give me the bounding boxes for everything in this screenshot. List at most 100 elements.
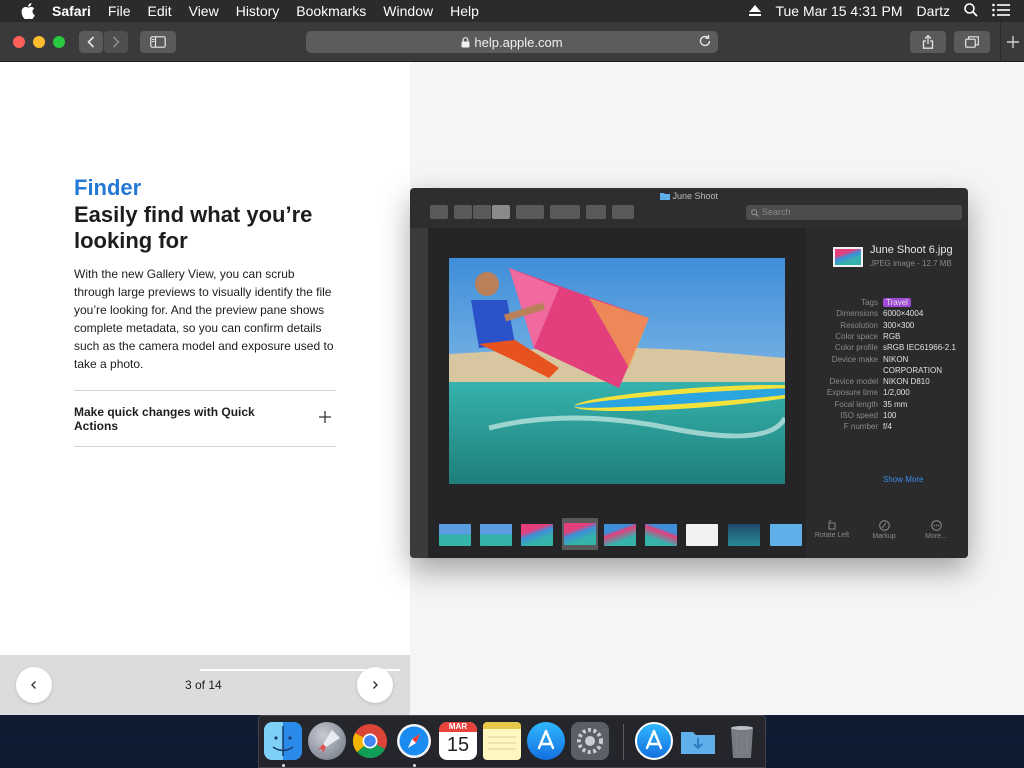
- finder-toolbar: [430, 205, 640, 219]
- web-page: Finder Easily find what you’re looking f…: [0, 62, 1024, 715]
- thumbnail: [645, 524, 677, 546]
- share-button[interactable]: [910, 31, 946, 53]
- eject-icon[interactable]: [749, 3, 762, 19]
- reload-icon[interactable]: [698, 34, 712, 48]
- calendar-app-icon[interactable]: MAR 15: [439, 722, 477, 760]
- sidebar-toggle-button[interactable]: [140, 31, 176, 53]
- finder-preview-pane: June Shoot 6.jpg JPEG image - 12.7 MB Ta…: [806, 228, 968, 558]
- metadata-key: F number: [843, 422, 878, 432]
- tabs-icon: [965, 36, 979, 48]
- menu-history[interactable]: History: [236, 3, 280, 19]
- action-gear-icon: [550, 205, 580, 219]
- next-slide-button[interactable]: [357, 667, 393, 703]
- illustration-panel: June Shoot Search June Shoot 6.jpg JPEG …: [410, 62, 1024, 715]
- menu-edit[interactable]: Edit: [147, 3, 171, 19]
- metadata-value: 35 mm: [883, 399, 908, 409]
- accordion-label: Make quick changes with Quick Actions: [74, 405, 255, 433]
- tab-overview-button[interactable]: [954, 31, 990, 53]
- app-store-download-icon[interactable]: [635, 722, 673, 760]
- sidebar-icon: [150, 36, 166, 48]
- menu-clock[interactable]: Tue Mar 15 4:31 PM: [775, 3, 902, 19]
- trash-icon[interactable]: [723, 722, 761, 760]
- metadata-value: f/4: [883, 422, 892, 432]
- metadata-key: Tags: [861, 298, 878, 307]
- text-panel: Finder Easily find what you’re looking f…: [0, 62, 410, 715]
- launchpad-app-icon[interactable]: [308, 722, 346, 760]
- finder-window-illustration: June Shoot Search June Shoot 6.jpg JPEG …: [410, 188, 968, 558]
- menu-bookmarks[interactable]: Bookmarks: [296, 3, 366, 19]
- apple-menu-icon[interactable]: [20, 3, 36, 19]
- menu-user[interactable]: Dartz: [917, 3, 950, 19]
- plus-icon: [1006, 36, 1019, 48]
- tag-badge: Travel: [883, 298, 911, 307]
- menu-safari[interactable]: Safari: [52, 3, 91, 19]
- close-window-button[interactable]: [13, 36, 25, 48]
- file-kind-size: JPEG image - 12.7 MB: [870, 259, 952, 268]
- notes-app-icon[interactable]: [483, 722, 521, 760]
- feature-description: With the new Gallery View, you can scrub…: [74, 267, 334, 371]
- menu-window[interactable]: Window: [383, 3, 433, 19]
- metadata-key: ISO speed: [840, 411, 878, 420]
- safari-toolbar: help.apple.com: [0, 22, 1024, 62]
- metadata-key: Color space: [835, 331, 878, 341]
- back-button[interactable]: [79, 31, 103, 53]
- chevron-right-icon: [112, 36, 120, 48]
- thumbnail: [480, 524, 512, 546]
- minimize-window-button[interactable]: [33, 36, 45, 48]
- thumbnail: [686, 524, 718, 546]
- slide-counter: 3 of 14: [185, 678, 222, 692]
- rotate-left-icon: [828, 519, 836, 530]
- safari-app-icon[interactable]: [395, 722, 433, 760]
- menu-bar: Safari File Edit View History Bookmarks …: [0, 0, 1024, 22]
- menu-file[interactable]: File: [108, 3, 131, 19]
- markup-icon: [878, 520, 890, 531]
- downloads-folder-icon[interactable]: [679, 722, 717, 760]
- finder-gallery: [428, 228, 806, 558]
- thumbnail: [521, 524, 553, 546]
- feature-headline: Easily find what you’re looking for: [74, 202, 313, 253]
- thumbnail: [439, 524, 471, 546]
- metadata-key: Color profile: [834, 343, 878, 353]
- finder-sidebar: [410, 228, 428, 558]
- system-preferences-app-icon[interactable]: [571, 722, 609, 760]
- url-text: help.apple.com: [474, 34, 563, 50]
- notification-center-icon[interactable]: [992, 3, 1010, 20]
- thumbnail-strip: [436, 518, 806, 550]
- calendar-month: MAR: [439, 722, 477, 732]
- metadata-value: 1/2,000: [883, 388, 910, 398]
- icon-view-icon: [430, 205, 448, 219]
- metadata-value: 300×300: [883, 320, 915, 330]
- app-store-icon[interactable]: [527, 722, 565, 760]
- metadata-key: Device model: [829, 377, 878, 387]
- previous-slide-button[interactable]: [16, 667, 52, 703]
- zoom-window-button[interactable]: [53, 36, 65, 48]
- metadata-value: NIKON: [883, 354, 909, 364]
- quick-actions-accordion[interactable]: Make quick changes with Quick Actions: [74, 390, 336, 447]
- show-more-link: Show More: [883, 475, 924, 484]
- metadata-value: 100: [883, 411, 897, 420]
- chrome-app-icon[interactable]: [351, 722, 389, 760]
- feature-eyebrow: Finder: [74, 175, 142, 200]
- folder-thumbnail-icon: [770, 524, 802, 546]
- metadata-key: Dimensions: [836, 309, 878, 319]
- finder-app-icon[interactable]: [264, 722, 302, 760]
- metadata-key: Exposure time: [826, 388, 878, 398]
- more-action: More...: [916, 520, 956, 540]
- new-tab-button[interactable]: [1000, 22, 1024, 62]
- spotlight-search-icon[interactable]: [964, 2, 978, 20]
- menu-view[interactable]: View: [189, 3, 219, 19]
- lock-icon: [461, 36, 470, 47]
- chevron-right-icon: [373, 681, 378, 689]
- address-bar[interactable]: help.apple.com: [306, 31, 718, 53]
- menu-help[interactable]: Help: [450, 3, 479, 19]
- metadata-key: Device make: [831, 354, 878, 364]
- expand-plus-icon[interactable]: [318, 410, 332, 424]
- tag-icon: [612, 205, 634, 219]
- forward-button[interactable]: [104, 31, 128, 53]
- ellipsis-icon: [930, 520, 942, 531]
- gallery-view-icon: [492, 205, 510, 219]
- search-icon: [751, 209, 759, 217]
- gallery-pager: 3 of 14: [0, 655, 410, 715]
- metadata-value: RGB: [883, 331, 901, 341]
- file-name: June Shoot 6.jpg: [870, 244, 953, 256]
